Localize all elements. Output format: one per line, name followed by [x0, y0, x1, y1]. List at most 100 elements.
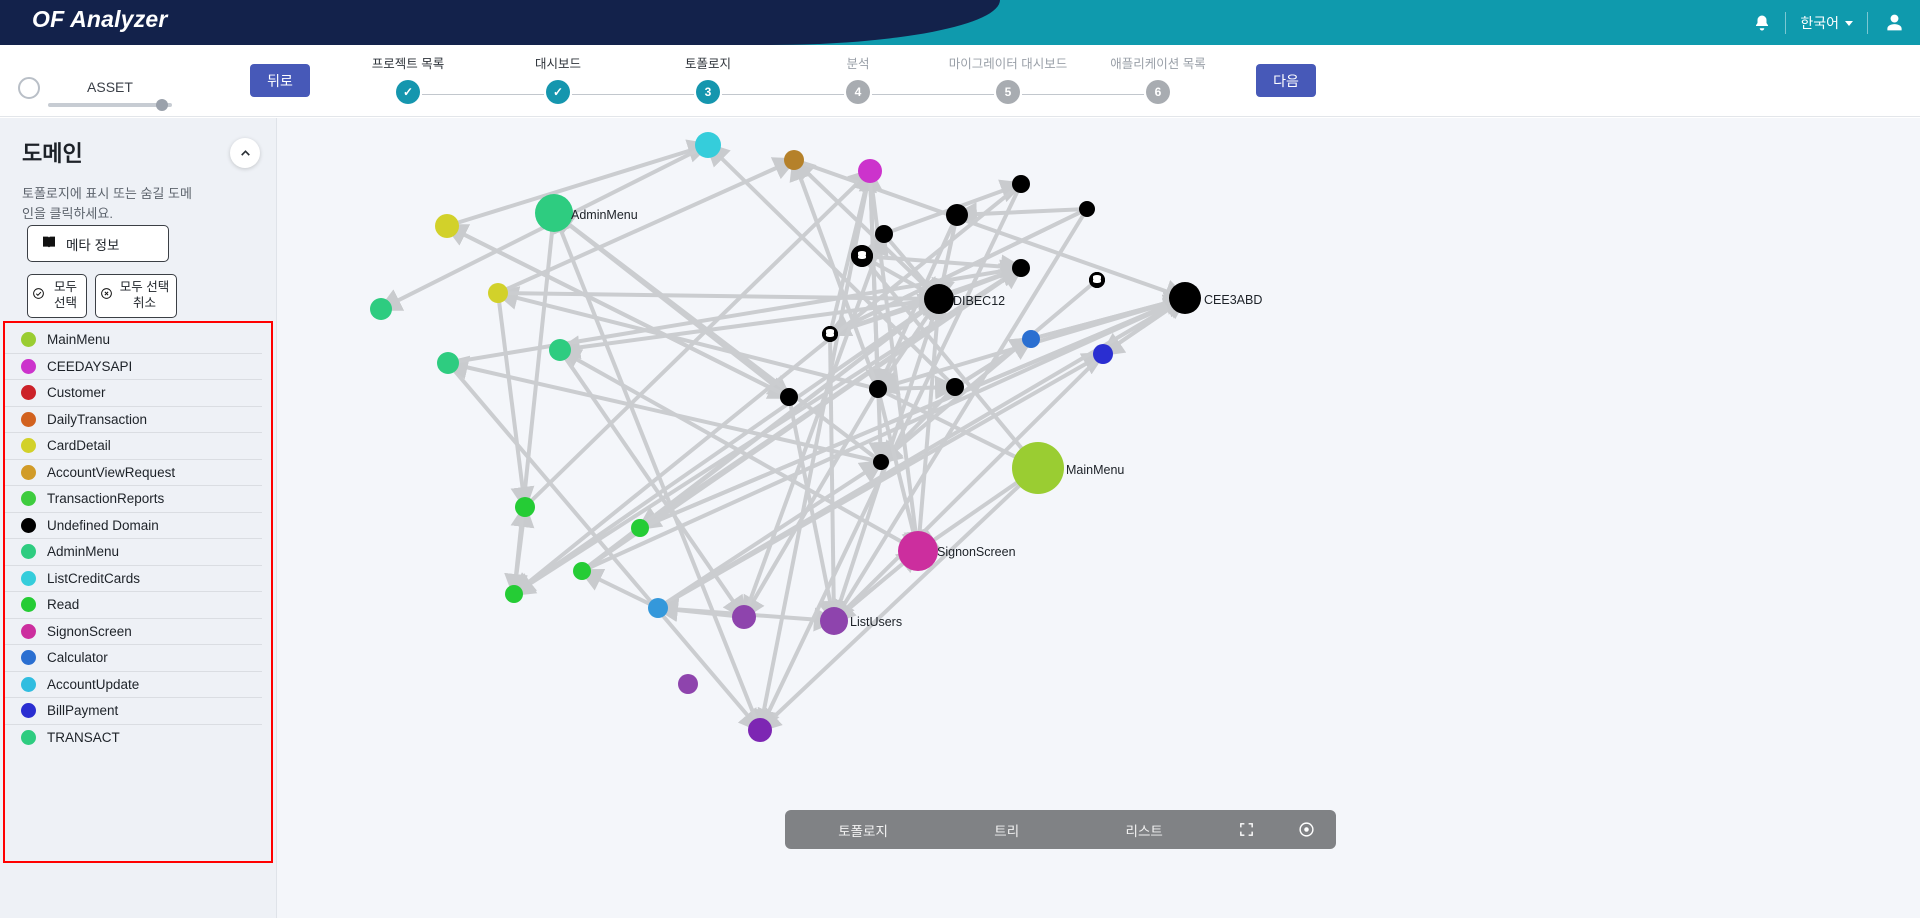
deselect-all-button[interactable]: 모두 선택 취소: [95, 274, 177, 318]
dibec12-node[interactable]: [924, 284, 954, 314]
listcreditcards-node[interactable]: [695, 132, 721, 158]
next-button[interactable]: 다음: [1256, 64, 1316, 97]
domain-legend-label: CardDetail: [47, 438, 111, 454]
step-1[interactable]: 프로젝트 목록 ✓: [333, 53, 483, 104]
domain-legend-item[interactable]: AccountUpdate: [5, 672, 262, 698]
read-node-3[interactable]: [573, 562, 591, 580]
domain-color-swatch: [21, 491, 36, 507]
undefined-node-4[interactable]: [875, 225, 893, 243]
step-4[interactable]: 분석 4: [783, 53, 933, 104]
undefined-node-2[interactable]: [946, 204, 968, 226]
undefined-node-8[interactable]: [780, 388, 798, 406]
cee3abd-node[interactable]: [1169, 282, 1201, 314]
domain-legend-item[interactable]: MainMenu: [5, 327, 262, 354]
billpayment-node[interactable]: [1093, 344, 1113, 364]
domain-legend-item[interactable]: BillPayment: [5, 698, 262, 725]
domain-legend-item[interactable]: CardDetail: [5, 433, 262, 460]
domain-color-swatch: [21, 411, 36, 427]
domain-legend-item[interactable]: TRANSACT: [5, 725, 262, 752]
domain-color-swatch: [21, 676, 36, 692]
domain-legend-item[interactable]: AccountViewRequest: [5, 460, 262, 486]
read-node-2[interactable]: [631, 519, 649, 537]
tab-topology[interactable]: 토폴로지: [785, 820, 941, 840]
ceedaysapi-node[interactable]: [858, 159, 882, 183]
step-badge[interactable]: 4: [846, 80, 870, 104]
domain-color-swatch: [21, 438, 36, 454]
step-badge[interactable]: 5: [996, 80, 1020, 104]
step-badge[interactable]: ✓: [546, 80, 570, 104]
asset-knob[interactable]: [156, 99, 168, 111]
select-all-button[interactable]: 모두 선택: [27, 274, 87, 318]
domain-legend-label: SignonScreen: [47, 623, 132, 639]
calculator-node-1[interactable]: [1022, 330, 1040, 348]
domain-legend-item[interactable]: SignonScreen: [5, 619, 262, 645]
domain-legend-item[interactable]: CEEDAYSAPI: [5, 354, 262, 380]
domain-legend-item[interactable]: DailyTransaction: [5, 407, 262, 433]
tab-list[interactable]: 리스트: [1072, 820, 1216, 840]
domain-color-swatch: [21, 517, 36, 533]
undefined-node-1[interactable]: [1012, 175, 1030, 193]
database-icon[interactable]: [851, 245, 873, 267]
language-selector[interactable]: 한국어: [1786, 0, 1867, 45]
tab-tree[interactable]: 트리: [941, 820, 1072, 840]
user-icon[interactable]: [1868, 0, 1920, 45]
undefined-node-3[interactable]: [1079, 201, 1095, 217]
adminmenu-node-3[interactable]: [549, 339, 571, 361]
step-6[interactable]: 애플리케이션 목록 6: [1083, 53, 1233, 104]
read-node-1[interactable]: [515, 497, 535, 517]
adminmenu-node-main[interactable]: [535, 194, 573, 232]
check-circle-icon: [32, 287, 45, 305]
domain-legend-item[interactable]: Calculator: [5, 645, 262, 672]
step-label: 대시보드: [534, 57, 581, 71]
step-badge[interactable]: ✓: [396, 80, 420, 104]
accountviewrequest-node[interactable]: [784, 150, 804, 170]
adminmenu-node-2[interactable]: [370, 298, 392, 320]
domain-legend-item[interactable]: Undefined Domain: [5, 513, 262, 539]
step-3[interactable]: 토폴로지 3: [633, 53, 783, 104]
domain-legend-item[interactable]: Customer: [5, 380, 262, 407]
listusers-node-2[interactable]: [820, 607, 848, 635]
target-icon[interactable]: [1276, 821, 1336, 838]
adminmenu-node-4[interactable]: [437, 352, 459, 374]
fullscreen-icon[interactable]: [1216, 821, 1276, 838]
database-icon[interactable]: [1089, 272, 1105, 288]
asset-toggle[interactable]: ASSET: [18, 63, 172, 111]
domain-legend-item[interactable]: TransactionReports: [5, 486, 262, 513]
step-2[interactable]: 대시보드 ✓: [483, 53, 633, 104]
graph-edges: [377, 139, 1189, 734]
back-button[interactable]: 뒤로: [250, 64, 310, 97]
listusers-node-1[interactable]: [732, 605, 756, 629]
mainmenu-node-main[interactable]: [1012, 442, 1064, 494]
asset-radio[interactable]: [18, 77, 40, 99]
undefined-node-5[interactable]: [1012, 259, 1030, 277]
listusers-node-3[interactable]: [678, 674, 698, 694]
domain-legend-item[interactable]: Read: [5, 592, 262, 619]
domain-color-swatch: [21, 703, 36, 719]
domain-legend-item[interactable]: ListCreditCards: [5, 566, 262, 592]
bell-icon[interactable]: [1739, 0, 1785, 45]
undefined-node-7[interactable]: [946, 378, 964, 396]
step-5[interactable]: 마이그레이터 대시보드 5: [933, 53, 1083, 104]
signonscreen-node[interactable]: [898, 531, 938, 571]
meta-info-button[interactable]: 메타 정보: [27, 225, 169, 262]
carddetail-node-2[interactable]: [488, 283, 508, 303]
domain-legend-label: Customer: [47, 385, 106, 401]
chevron-up-icon[interactable]: [230, 138, 260, 168]
asset-track[interactable]: [48, 103, 172, 107]
topology-graph[interactable]: [277, 118, 1920, 918]
domain-legend-label: MainMenu: [47, 332, 111, 348]
undefined-node-6[interactable]: [869, 380, 887, 398]
step-badge[interactable]: 6: [1146, 80, 1170, 104]
step-label: 프로젝트 목록: [371, 57, 445, 71]
topology-canvas[interactable]: AdminMenu DIBEC12 CEE3ABD MainMenu SignonScr…: [277, 118, 1920, 918]
domain-legend-box: MainMenu CEEDAYSAPI Customer DailyTransacti…: [3, 321, 273, 863]
domain-legend-item[interactable]: AdminMenu: [5, 539, 262, 566]
book-icon: [41, 234, 57, 253]
accountupdate-node[interactable]: [648, 598, 668, 618]
step-badge[interactable]: 3: [696, 80, 720, 104]
read-node-4[interactable]: [505, 585, 523, 603]
undefined-node-9[interactable]: [873, 454, 889, 470]
carddetail-node-1[interactable]: [435, 214, 459, 238]
listusers-node-4[interactable]: [748, 718, 772, 742]
database-icon[interactable]: [822, 326, 838, 342]
